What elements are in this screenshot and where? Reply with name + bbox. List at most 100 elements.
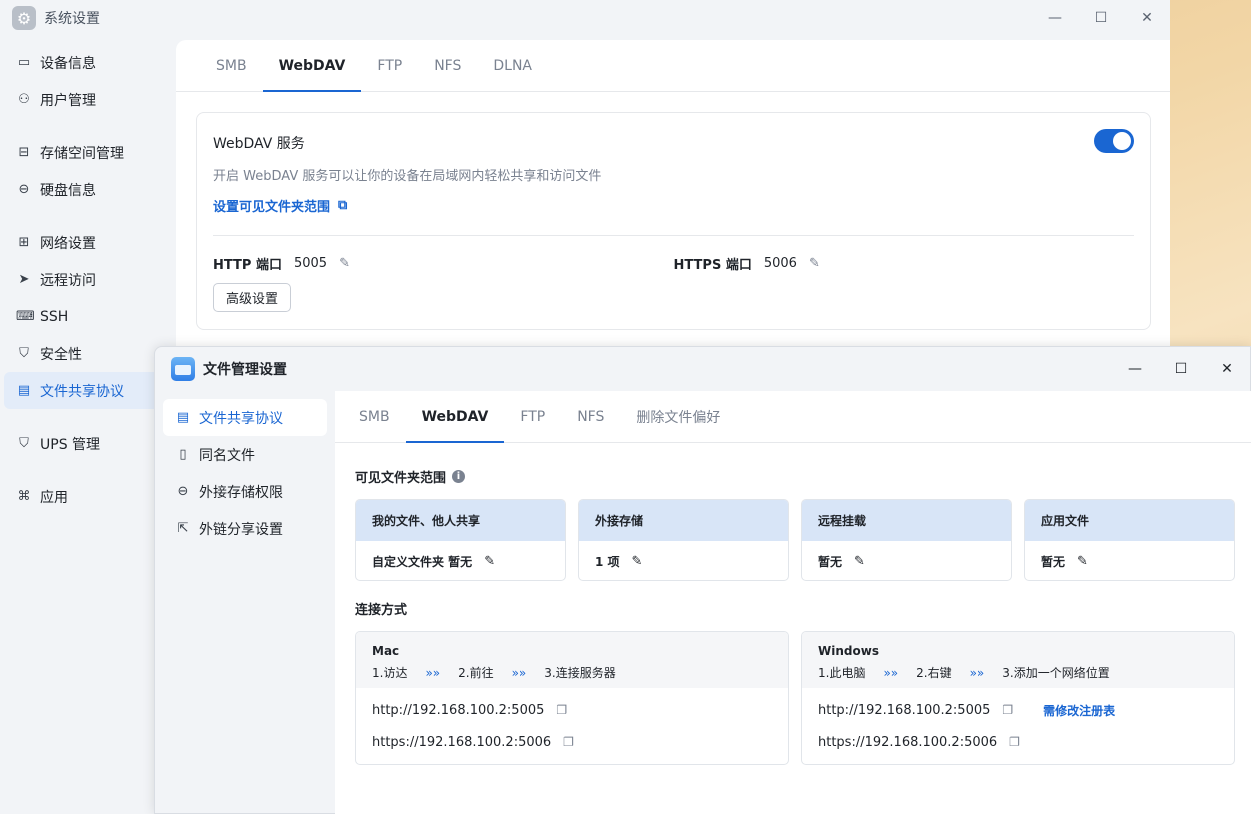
window-controls: — ☐ ✕ [1032,6,1170,30]
shield-icon: ⛉ [19,346,29,361]
sidebar-item-file-sharing[interactable]: ▤ 文件共享协议 [163,399,327,436]
sidebar-item-label: 外接存储权限 [199,484,283,501]
sidebar-item-device-info[interactable]: ▭ 设备信息 [4,44,172,81]
user-icon: ⚇ [18,92,30,107]
chevrons-icon: »» [511,665,527,680]
sidebar-item-network[interactable]: ⊞ 网络设置 [4,224,172,261]
copy-icon[interactable]: ❐ [1009,735,1020,749]
http-url-row: http://192.168.100.2:5005 ❐ [372,702,568,718]
sidebar-item-security[interactable]: ⛉ 安全性 [4,335,172,372]
sidebar-item-share-links[interactable]: ⇱ 外链分享设置 [163,510,327,547]
sidebar-item-label: 同名文件 [199,447,255,464]
disk-icon: ⊖ [18,182,30,197]
tab-nfs[interactable]: NFS [561,391,620,442]
maximize-button[interactable]: ☐ [1158,357,1204,381]
service-title: WebDAV 服务 [213,136,305,152]
scope-card: 我的文件、他人共享 自定义文件夹 暂无 ✎ [355,499,566,581]
chevrons-icon: »» [425,665,441,680]
edit-icon[interactable]: ✎ [1077,554,1088,569]
sidebar: ▤ 文件共享协议 ▯ 同名文件 ⊖ 外接存储权限 ⇱ 外链分享设置 [163,399,327,547]
sidebar-item-duplicate-files[interactable]: ▯ 同名文件 [163,436,327,473]
tab-ftp[interactable]: FTP [361,40,418,91]
os-label: Mac [372,644,400,658]
https-url-row: https://192.168.100.2:5006 ❐ [372,734,574,750]
copy-icon[interactable]: ❐ [1002,703,1013,717]
scope-card: 外接存储 1 项 ✎ [578,499,789,581]
doc-icon: ▤ [17,383,31,398]
title-bar: 文件管理设置 [155,347,1250,391]
registry-link[interactable]: 需修改注册表 [1043,702,1115,719]
sidebar-item-ups[interactable]: ⛉ UPS 管理 [4,425,172,462]
sidebar-item-label: SSH [40,308,69,325]
edit-icon[interactable]: ✎ [809,256,820,271]
sidebar: ▭ 设备信息 ⚇ 用户管理 ⊟ 存储空间管理 ⊖ 硬盘信息 ⊞ 网络设置 ➤ 远程访问 ⌨ S… [0,44,176,515]
close-button[interactable]: ✕ [1204,357,1250,381]
scope-card: 应用文件 暂无 ✎ [1024,499,1235,581]
tab-smb[interactable]: SMB [343,391,406,442]
sidebar-item-file-sharing[interactable]: ▤ 文件共享协议 [4,372,172,409]
tab-webdav[interactable]: WebDAV [405,391,505,443]
tab-webdav[interactable]: WebDAV [262,40,362,92]
edit-icon[interactable]: ✎ [484,554,495,569]
info-icon[interactable]: i [452,470,466,483]
sidebar-item-label: 网络设置 [40,235,96,252]
sidebar-item-remote[interactable]: ➤ 远程访问 [4,261,172,298]
tab-dlna[interactable]: DLNA [477,40,548,91]
webdav-service-card: WebDAV 服务 开启 WebDAV 服务可以让你的设备在局域网内轻松共享和访… [196,112,1151,330]
advanced-settings-button[interactable]: 高级设置 [213,283,292,312]
main-panel: SMB WebDAV FTP NFS 删除文件偏好 可见文件夹范围 i 我的文件、… [335,391,1251,814]
sidebar-item-external-storage[interactable]: ⊖ 外接存储权限 [163,473,327,510]
sidebar-item-label: 硬盘信息 [40,182,96,199]
tab-smb[interactable]: SMB [200,40,263,91]
sidebar-item-users[interactable]: ⚇ 用户管理 [4,81,172,118]
sidebar-item-disks[interactable]: ⊖ 硬盘信息 [4,171,172,208]
mac-connection-card: Mac 1.访达»» 2.前往»» 3.连接服务器 http://192.168… [355,631,789,765]
sidebar-item-label: 文件共享协议 [40,383,124,400]
storage-icon: ⊟ [18,145,30,160]
ups-icon: ⛉ [19,436,29,451]
protocol-tabs: SMB WebDAV FTP NFS 删除文件偏好 [335,391,1251,443]
visible-folders-heading: 可见文件夹范围 i [355,467,466,486]
window-controls: — ☐ ✕ [1112,357,1250,381]
edit-icon[interactable]: ✎ [339,256,350,271]
doc-icon: ▤ [176,410,190,425]
folder-app-icon [171,357,195,381]
sidebar-item-label: 设备信息 [40,55,96,72]
edit-icon[interactable]: ✎ [854,554,865,569]
sidebar-item-label: 外链分享设置 [199,521,283,538]
external-link-icon: ⧉ [338,198,348,213]
tab-ftp[interactable]: FTP [504,391,561,442]
connection-heading: 连接方式 [355,603,408,618]
sidebar-item-label: UPS 管理 [40,436,101,453]
connection-cards: Mac 1.访达»» 2.前往»» 3.连接服务器 http://192.168… [355,631,1247,765]
visible-folder-link[interactable]: 设置可见文件夹范围 ⧉ [213,196,1134,215]
tab-delete-preference[interactable]: 删除文件偏好 [620,391,736,442]
os-label: Windows [818,644,879,658]
http-url-row: http://192.168.100.2:5005 ❐ 需修改注册表 [818,702,1116,719]
http-port-value: 5005 [293,256,328,271]
maximize-button[interactable]: ☐ [1078,6,1124,30]
sidebar-item-storage[interactable]: ⊟ 存储空间管理 [4,134,172,171]
copy-icon[interactable]: ❐ [556,703,567,717]
title-bar: ⚙ 系统设置 [0,0,1170,36]
https-url-row: https://192.168.100.2:5006 ❐ [818,734,1020,750]
sidebar-item-apps[interactable]: ⌘ 应用 [4,478,172,515]
copy-icon[interactable]: ❐ [563,735,574,749]
https-port: HTTPS 端口 5006 ✎ [673,256,820,273]
tab-nfs[interactable]: NFS [418,40,477,91]
sidebar-item-ssh[interactable]: ⌨ SSH [4,298,172,335]
edit-icon[interactable]: ✎ [632,554,643,569]
protocol-tabs: SMB WebDAV FTP NFS DLNA [176,40,1170,92]
minimize-button[interactable]: — [1112,357,1158,381]
share-icon: ⇱ [177,521,189,536]
gear-icon: ⚙ [12,6,36,30]
file-icon: ▯ [179,447,187,462]
steps: 1.访达»» 2.前往»» 3.连接服务器 [372,665,616,681]
sidebar-item-label: 存储空间管理 [40,145,124,162]
close-button[interactable]: ✕ [1124,6,1170,30]
window-title: 文件管理设置 [203,362,287,378]
ports-row: HTTP 端口 5005 ✎ HTTPS 端口 5006 ✎ [213,254,1134,273]
webdav-toggle[interactable] [1094,129,1134,153]
minimize-button[interactable]: — [1032,6,1078,30]
divider [213,235,1134,236]
